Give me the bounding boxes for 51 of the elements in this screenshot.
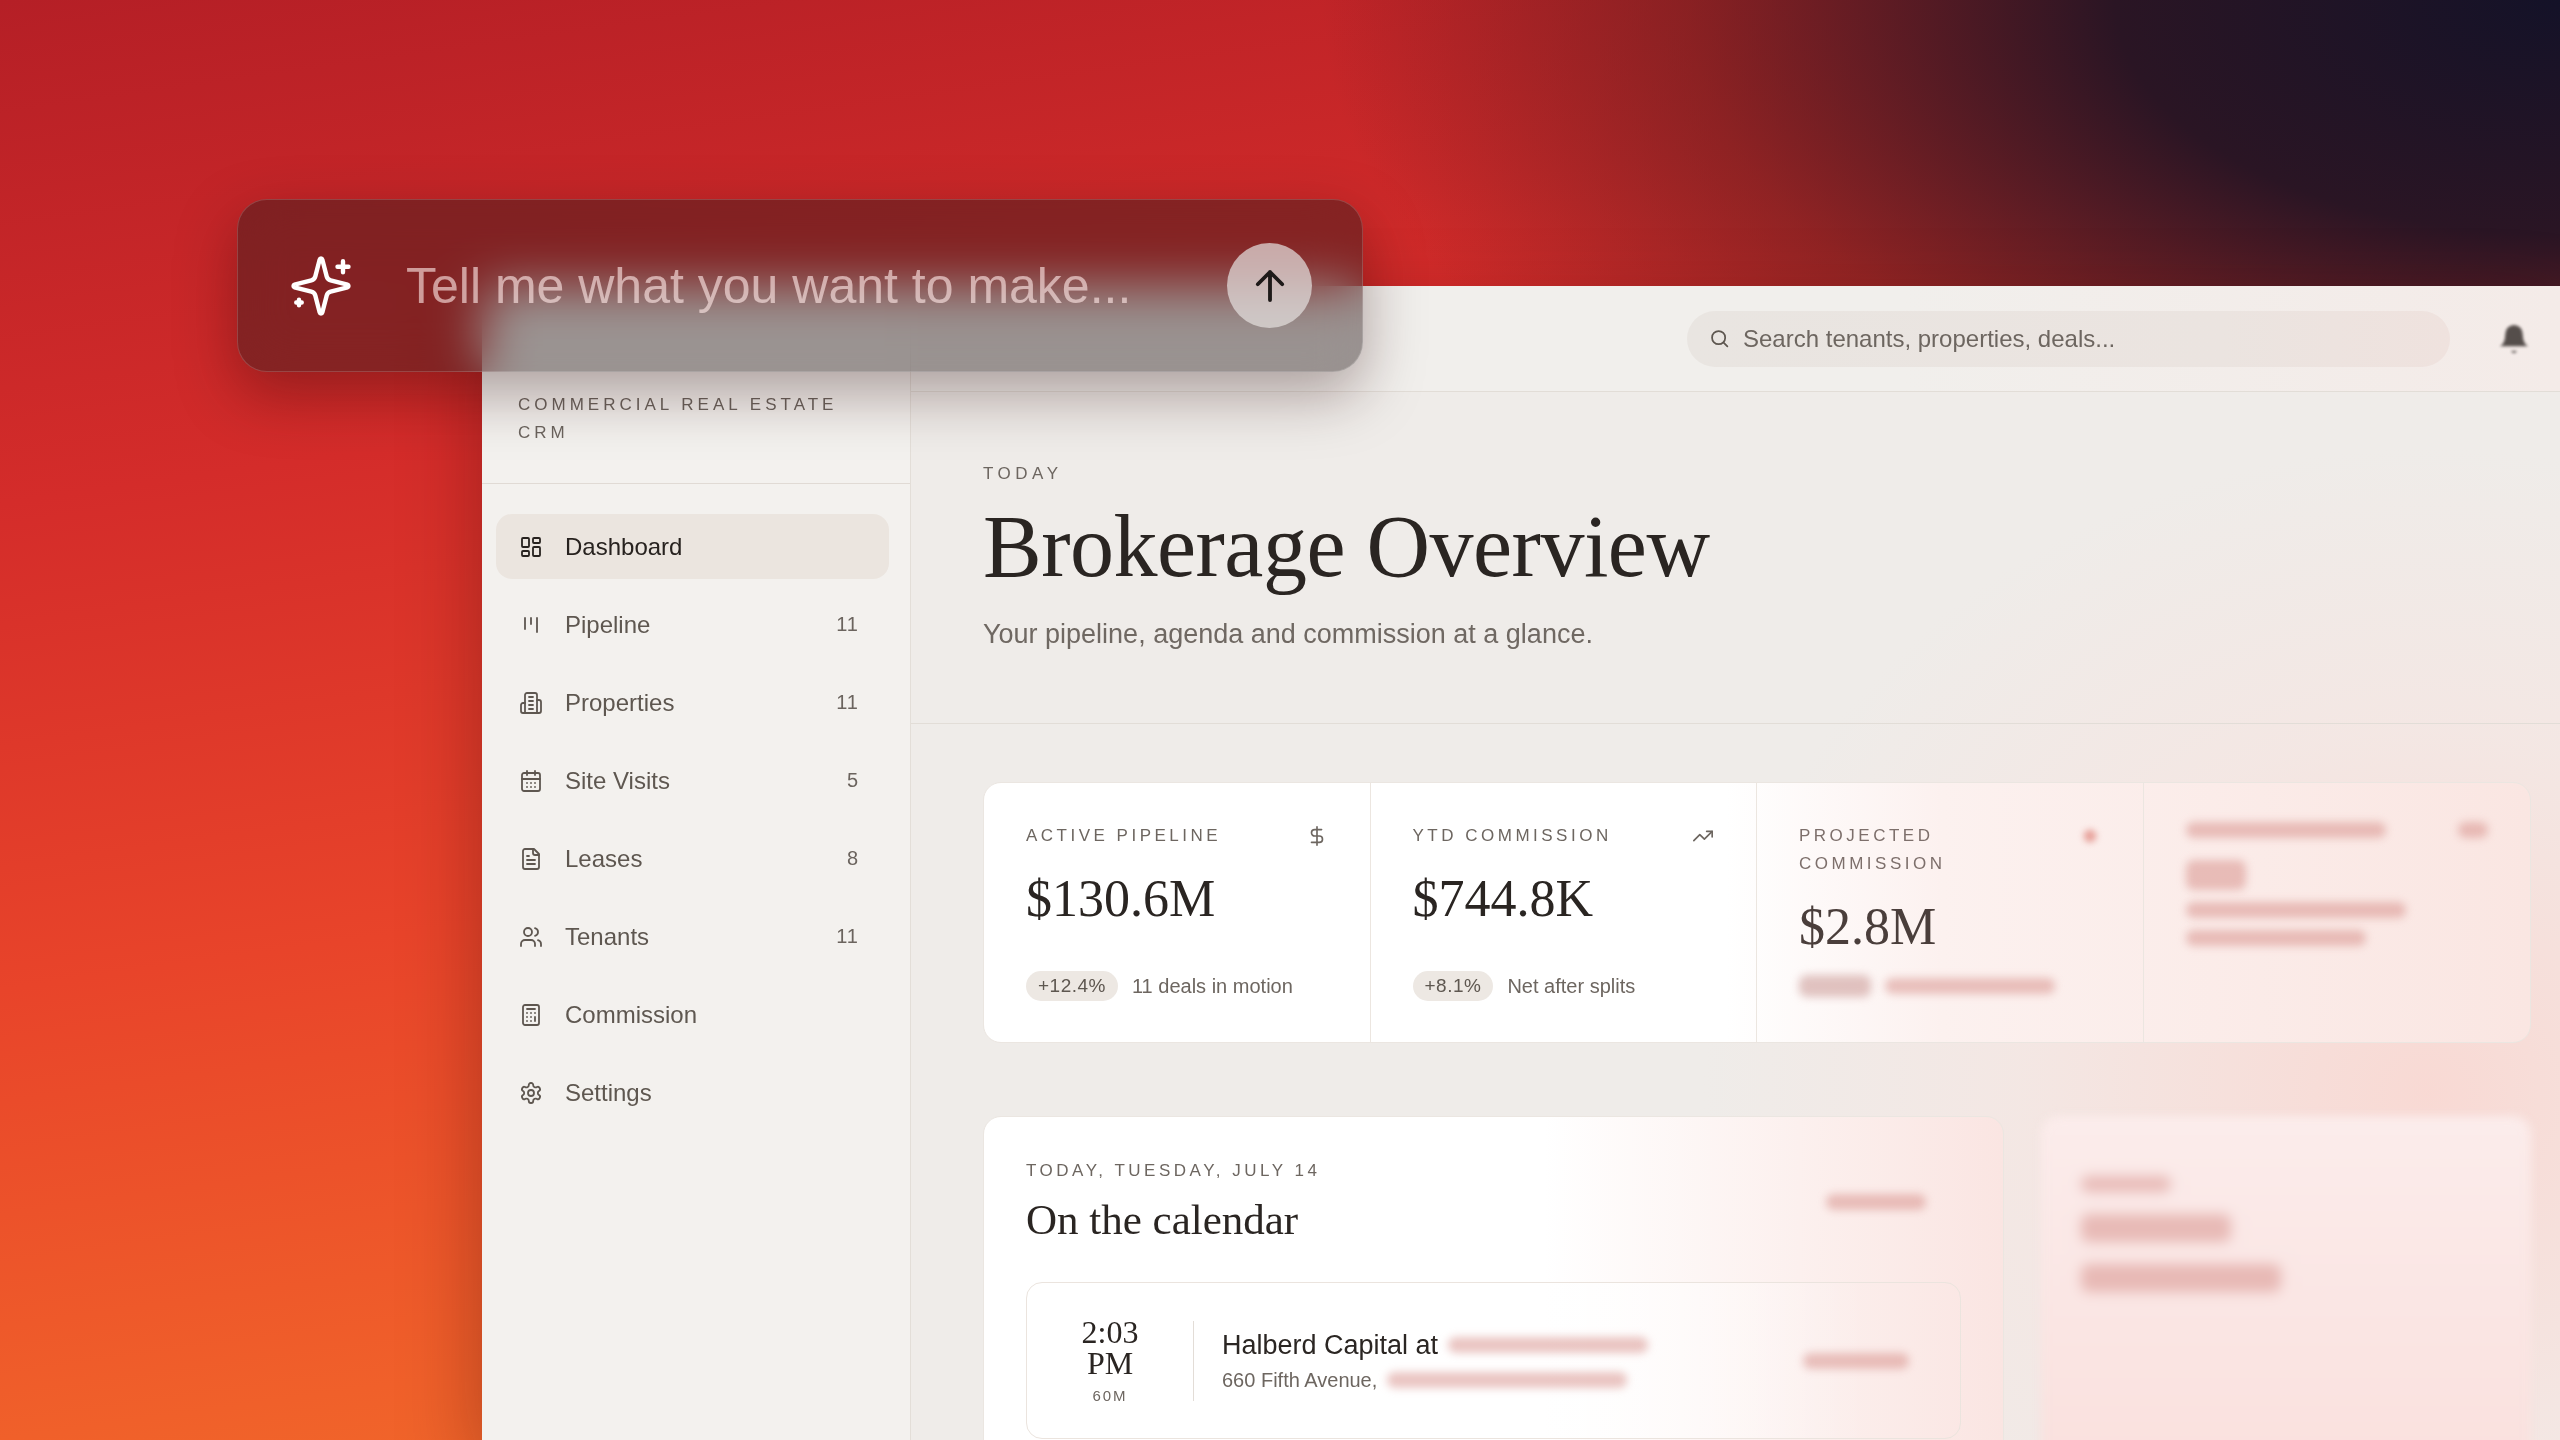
calendar-date: TODAY, TUESDAY, JULY 14 [1026,1160,1321,1182]
nav-item[interactable]: Site Visits 5 [496,748,889,813]
grid-icon [519,534,543,559]
stat-label: ACTIVE PIPELINE [1026,825,1222,847]
building-icon [519,690,543,715]
stat-label: YTD COMMISSION [1412,825,1612,847]
change-pill: +8.1% [1412,971,1494,1001]
nav-item[interactable]: Properties 11 [496,670,889,735]
prompt-input[interactable]: Tell me what you want to make... [406,250,1197,321]
event-row[interactable]: 2:03 PM 60M Halberd Capital at 660 Fifth Avenue, [1026,1282,1961,1439]
settings-icon [519,1080,543,1105]
item-count: 8 [846,847,859,870]
blurred-smudge [1799,975,1871,997]
app-tagline: COMMERCIAL REAL ESTATE CRM [518,394,839,444]
page-eyebrow: TODAY [983,463,1063,485]
blurred-smudge [2185,860,2246,890]
bell-icon [2498,322,2530,355]
item-count: 11 [836,613,859,636]
nav-item[interactable]: Pipeline 11 [496,592,889,657]
change-pill: +12.4% [1026,971,1118,1001]
calendar-icon [519,768,543,793]
item-count: 5 [846,769,859,792]
search-input[interactable]: Search tenants, properties, deals... [1743,321,2428,356]
stat-value: $130.6M [1026,869,1216,929]
item-count: 11 [836,691,859,714]
search-field[interactable]: Search tenants, properties, deals... [1687,310,2450,367]
stat-value: $744.8K [1412,869,1594,929]
calendar-title: On the calendar [1026,1195,1299,1245]
blurred-smudge [2458,822,2488,838]
nav-item[interactable]: Commission [496,982,889,1047]
event-title: Halberd Capital at [1222,1329,1439,1361]
event-time: 2:03 [1081,1317,1139,1348]
page-subtitle: Your pipeline, agenda and commission at a glance. [983,618,1593,651]
stat-note: 11 deals in motion [1132,974,1293,998]
stat-label: PROJECTED COMMISSION [1799,825,1947,875]
stat-note: Net after splits [1507,974,1636,998]
nav-item[interactable]: Tenants 11 [496,904,889,969]
page-title: Brokerage Overview [983,498,1710,595]
item-count: 11 [836,925,859,948]
event-address: 660 Fifth Avenue, [1222,1368,1378,1392]
document-icon [519,846,543,871]
users-icon [519,924,543,949]
stat-value: $2.8M [1799,897,1937,957]
calculator-icon [519,1002,543,1027]
nav-item[interactable]: Settings [496,1060,889,1125]
event-duration: 60M [1092,1387,1128,1404]
search-icon [1709,328,1730,349]
prompt-bar[interactable]: Tell me what you want to make... [237,199,1363,372]
event-period: PM [1086,1348,1134,1379]
nav-item[interactable]: Dashboard [496,514,889,579]
nav-item[interactable]: Leases 8 [496,826,889,891]
